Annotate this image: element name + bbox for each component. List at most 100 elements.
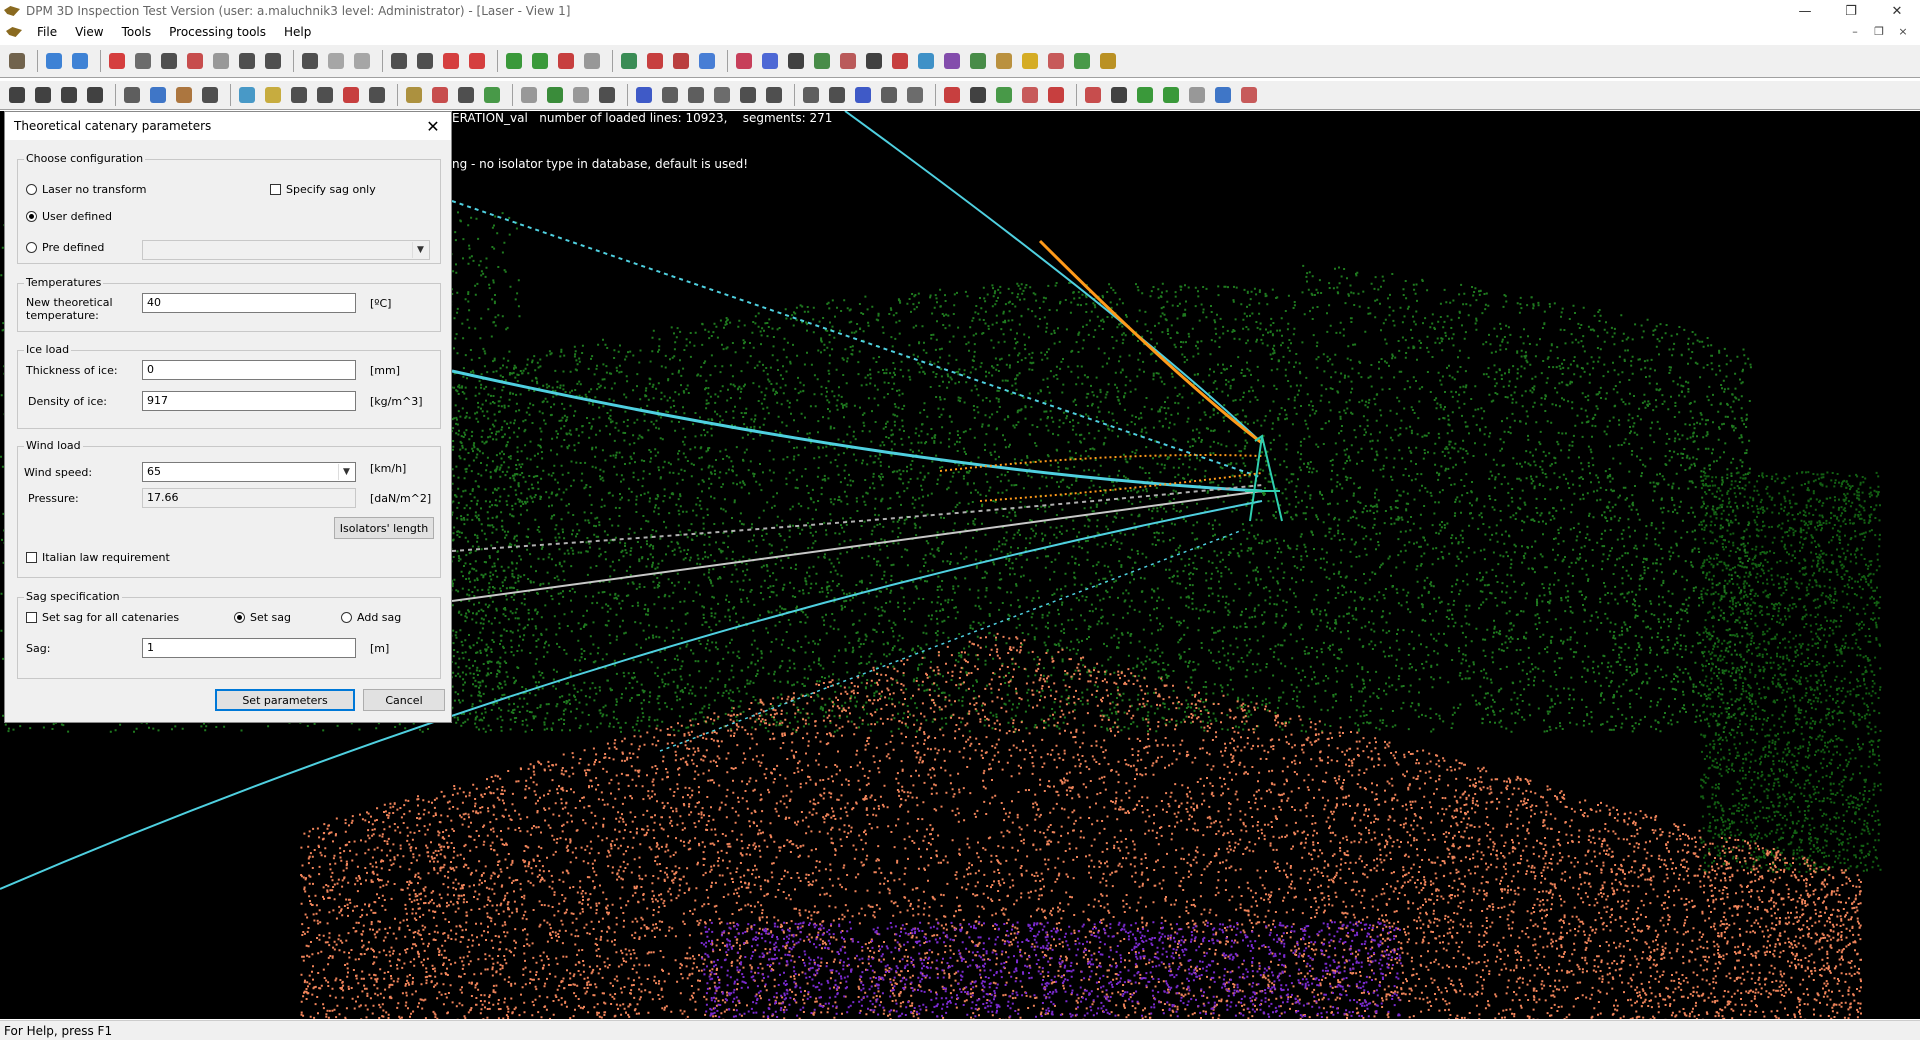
secondary-tool-3-icon[interactable]: [58, 84, 80, 106]
secondary-tool-25-icon[interactable]: [685, 84, 707, 106]
secondary-tool-1-icon[interactable]: [6, 84, 28, 106]
wind-speed-select[interactable]: 65 ▼: [142, 462, 356, 482]
secondary-tool-4-icon[interactable]: [84, 84, 106, 106]
menu-file[interactable]: File: [28, 25, 66, 39]
main-tool-14-icon[interactable]: [388, 50, 410, 72]
secondary-tool-2-icon[interactable]: [32, 84, 54, 106]
main-tool-8-icon[interactable]: [210, 50, 232, 72]
main-tool-11-icon[interactable]: [299, 50, 321, 72]
secondary-tool-24-icon[interactable]: [659, 84, 681, 106]
secondary-tool-27-icon[interactable]: [737, 84, 759, 106]
secondary-tool-36-icon[interactable]: [993, 84, 1015, 106]
dialog-close-button[interactable]: ✕: [423, 116, 443, 136]
main-tool-38-icon[interactable]: [1045, 50, 1067, 72]
main-tool-13-icon[interactable]: [351, 50, 373, 72]
secondary-tool-34-icon[interactable]: [941, 84, 963, 106]
secondary-tool-18-icon[interactable]: [481, 84, 503, 106]
secondary-tool-10-icon[interactable]: [262, 84, 284, 106]
main-tool-5-icon[interactable]: [132, 50, 154, 72]
ice-thickness-input[interactable]: 0: [142, 360, 356, 380]
secondary-tool-41-icon[interactable]: [1134, 84, 1156, 106]
secondary-tool-5-icon[interactable]: [121, 84, 143, 106]
main-tool-3-icon[interactable]: [69, 50, 91, 72]
secondary-tool-32-icon[interactable]: [878, 84, 900, 106]
main-tool-39-icon[interactable]: [1071, 50, 1093, 72]
main-tool-28-icon[interactable]: [785, 50, 807, 72]
main-tool-29-icon[interactable]: [811, 50, 833, 72]
secondary-tool-28-icon[interactable]: [763, 84, 785, 106]
menu-help[interactable]: Help: [275, 25, 320, 39]
mdi-child-icon[interactable]: [6, 27, 22, 37]
main-tool-6-icon[interactable]: [158, 50, 180, 72]
main-tool-19-icon[interactable]: [529, 50, 551, 72]
specify-sag-only-checkbox[interactable]: [270, 184, 281, 195]
main-tool-30-icon[interactable]: [837, 50, 859, 72]
secondary-tool-40-icon[interactable]: [1108, 84, 1130, 106]
main-tool-23-icon[interactable]: [644, 50, 666, 72]
secondary-tool-19-icon[interactable]: [518, 84, 540, 106]
secondary-tool-17-icon[interactable]: [455, 84, 477, 106]
secondary-tool-29-icon[interactable]: [800, 84, 822, 106]
secondary-tool-38-icon[interactable]: [1045, 84, 1067, 106]
pre-defined-radio[interactable]: [26, 242, 37, 253]
set-sag-all-checkbox[interactable]: [26, 612, 37, 623]
laser-no-transform-radio[interactable]: [26, 184, 37, 195]
secondary-tool-9-icon[interactable]: [236, 84, 258, 106]
main-tool-12-icon[interactable]: [325, 50, 347, 72]
main-tool-35-icon[interactable]: [967, 50, 989, 72]
set-parameters-button[interactable]: Set parameters: [215, 689, 355, 711]
main-tool-4-icon[interactable]: [106, 50, 128, 72]
secondary-tool-7-icon[interactable]: [173, 84, 195, 106]
secondary-tool-6-icon[interactable]: [147, 84, 169, 106]
user-defined-radio[interactable]: [26, 211, 37, 222]
main-tool-22-icon[interactable]: [618, 50, 640, 72]
main-tool-34-icon[interactable]: [941, 50, 963, 72]
menu-processing-tools[interactable]: Processing tools: [160, 25, 275, 39]
secondary-tool-39-icon[interactable]: [1082, 84, 1104, 106]
secondary-tool-11-icon[interactable]: [288, 84, 310, 106]
ice-density-input[interactable]: 917: [142, 391, 356, 411]
menu-view[interactable]: View: [66, 25, 112, 39]
italian-law-checkbox[interactable]: [26, 552, 37, 563]
main-tool-7-icon[interactable]: [184, 50, 206, 72]
main-tool-10-icon[interactable]: [262, 50, 284, 72]
add-sag-radio[interactable]: [341, 612, 352, 623]
secondary-tool-16-icon[interactable]: [429, 84, 451, 106]
secondary-tool-12-icon[interactable]: [314, 84, 336, 106]
main-tool-27-icon[interactable]: [759, 50, 781, 72]
main-tool-36-icon[interactable]: [993, 50, 1015, 72]
cancel-button[interactable]: Cancel: [363, 689, 445, 711]
secondary-tool-31-icon[interactable]: [852, 84, 874, 106]
restore-button[interactable]: ❐: [1828, 0, 1874, 22]
secondary-tool-42-icon[interactable]: [1160, 84, 1182, 106]
secondary-tool-35-icon[interactable]: [967, 84, 989, 106]
secondary-tool-13-icon[interactable]: [340, 84, 362, 106]
menu-tools[interactable]: Tools: [113, 25, 161, 39]
set-sag-radio[interactable]: [234, 612, 245, 623]
main-tool-40-icon[interactable]: [1097, 50, 1119, 72]
secondary-tool-14-icon[interactable]: [366, 84, 388, 106]
secondary-tool-33-icon[interactable]: [904, 84, 926, 106]
mdi-minimize-button[interactable]: –: [1846, 22, 1864, 40]
main-tool-15-icon[interactable]: [414, 50, 436, 72]
secondary-tool-26-icon[interactable]: [711, 84, 733, 106]
main-tool-24-icon[interactable]: [670, 50, 692, 72]
secondary-tool-15-icon[interactable]: [403, 84, 425, 106]
main-tool-16-icon[interactable]: [440, 50, 462, 72]
secondary-tool-43-icon[interactable]: [1186, 84, 1208, 106]
secondary-tool-8-icon[interactable]: [199, 84, 221, 106]
main-tool-17-icon[interactable]: [466, 50, 488, 72]
pre-defined-select[interactable]: ▼: [142, 240, 430, 260]
isolators-length-button[interactable]: Isolators' length: [334, 517, 434, 539]
close-button[interactable]: ✕: [1874, 0, 1920, 22]
main-tool-9-icon[interactable]: [236, 50, 258, 72]
minimize-button[interactable]: —: [1782, 0, 1828, 22]
secondary-tool-37-icon[interactable]: [1019, 84, 1041, 106]
main-tool-33-icon[interactable]: [915, 50, 937, 72]
main-tool-2-icon[interactable]: [43, 50, 65, 72]
main-tool-20-icon[interactable]: [555, 50, 577, 72]
secondary-tool-45-icon[interactable]: [1238, 84, 1260, 106]
secondary-tool-23-icon[interactable]: [633, 84, 655, 106]
main-tool-26-icon[interactable]: [733, 50, 755, 72]
pylon-tower[interactable]: [1245, 434, 1283, 522]
